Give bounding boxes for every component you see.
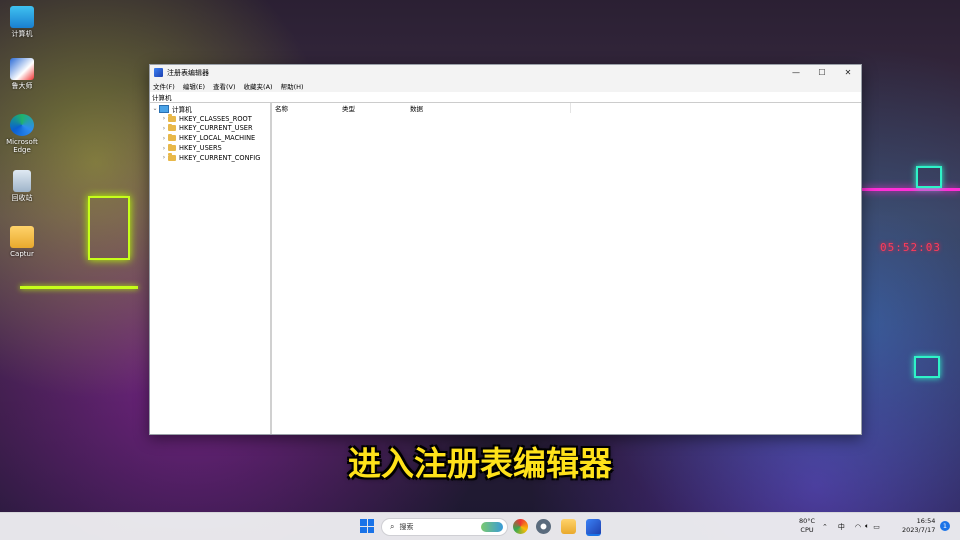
title-bar[interactable]: 注册表编辑器 — ☐ ✕ <box>150 65 861 80</box>
tree-node-hklm[interactable]: › HKEY_LOCAL_MACHINE <box>150 133 270 143</box>
minimize-button[interactable]: — <box>783 65 809 80</box>
tree-node-label: HKEY_CLASSES_ROOT <box>179 114 252 123</box>
menu-view[interactable]: 查看(V) <box>213 81 236 91</box>
neon-teal-icon <box>916 166 942 188</box>
start-button[interactable] <box>360 519 374 533</box>
folder-icon <box>168 133 176 142</box>
taskbar-search[interactable]: ⌕ 搜索 <box>381 518 508 536</box>
registry-tree: ⌄ 计算机 › HKEY_CLASSES_ROOT › HKEY_CURRENT… <box>150 103 272 434</box>
clock-time: 16:54 <box>916 517 936 525</box>
chevron-right-icon[interactable]: › <box>160 115 168 122</box>
ludashi-icon <box>10 58 34 80</box>
neon-magenta-strip <box>862 188 960 191</box>
tree-node-hkcc[interactable]: › HKEY_CURRENT_CONFIG <box>150 153 270 163</box>
desktop-icon-label: 鲁大师 <box>11 82 33 90</box>
folder-icon <box>168 153 176 161</box>
chevron-right-icon[interactable]: › <box>160 125 168 132</box>
column-header-name[interactable]: 名称 <box>272 103 339 113</box>
close-button[interactable]: ✕ <box>835 65 861 80</box>
search-placeholder: 搜索 <box>399 523 414 531</box>
system-tray: ⌃ 中 ◠ 🔈︎ ▭ <box>822 513 880 540</box>
desktop-icon-label: 计算机 <box>11 30 33 38</box>
tree-node-computer[interactable]: ⌄ 计算机 <box>150 104 270 114</box>
window-title: 注册表编辑器 <box>167 68 209 77</box>
desktop-icon-capture-folder[interactable]: Captur <box>4 226 40 258</box>
computer-icon <box>159 104 169 113</box>
taskbar-app-file-explorer[interactable] <box>561 519 576 534</box>
desktop-icon-computer[interactable]: 计算机 <box>4 6 40 38</box>
column-header-type[interactable]: 类型 <box>339 103 407 113</box>
desktop-icon-ludashi[interactable]: 鲁大师 <box>4 58 40 90</box>
tree-node-hkcu[interactable]: › HKEY_CURRENT_USER <box>150 123 270 134</box>
column-header-row: 名称 类型 数据 <box>272 103 861 113</box>
desktop-icon-label: 回收站 <box>11 194 33 202</box>
chevron-right-icon[interactable]: › <box>160 145 168 152</box>
clock-date: 2023/7/17 <box>902 526 936 534</box>
windows-logo-pane <box>367 519 374 526</box>
registry-editor-window[interactable]: 注册表编辑器 — ☐ ✕ 文件(F) 编辑(E) 查看(V) 收藏夹(A) 帮助… <box>149 64 862 435</box>
cpu-temp-label: CPU <box>800 526 814 534</box>
windows-logo-pane <box>360 526 367 533</box>
notification-badge[interactable]: 1 <box>940 521 950 531</box>
desktop-icon-recycle-bin[interactable]: 回收站 <box>4 170 40 202</box>
edge-icon <box>10 114 34 136</box>
folder-icon <box>168 143 176 152</box>
menu-help[interactable]: 帮助(H) <box>281 81 304 91</box>
windows-logo-pane <box>360 519 367 526</box>
menu-file[interactable]: 文件(F) <box>153 81 175 91</box>
address-bar[interactable]: 计算机 <box>150 92 861 103</box>
tree-node-hku[interactable]: › HKEY_USERS <box>150 143 270 153</box>
tree-node-hkcr[interactable]: › HKEY_CLASSES_ROOT <box>150 114 270 124</box>
column-header-data[interactable]: 数据 <box>407 103 571 113</box>
maximize-button[interactable]: ☐ <box>809 65 835 80</box>
search-highlight-icon <box>481 522 503 532</box>
monitor-icon <box>10 6 34 28</box>
folder-icon <box>10 226 34 248</box>
menu-bar: 文件(F) 编辑(E) 查看(V) 收藏夹(A) 帮助(H) <box>150 80 861 92</box>
wifi-icon[interactable]: ◠ <box>855 523 861 531</box>
speaker-icon[interactable]: 🔈︎ <box>865 522 869 531</box>
ime-indicator[interactable]: 中 <box>838 522 845 532</box>
taskbar-app-regedit[interactable] <box>586 519 601 536</box>
chevron-down-icon[interactable]: ⌄ <box>151 105 159 112</box>
neon-teal-icon <box>914 356 940 378</box>
chevron-right-icon[interactable]: › <box>160 154 168 161</box>
values-list[interactable]: 名称 类型 数据 <box>272 103 861 434</box>
menu-favorites[interactable]: 收藏夹(A) <box>244 81 273 91</box>
folder-icon <box>168 123 176 132</box>
tree-node-label: 计算机 <box>172 105 192 114</box>
cpu-temperature[interactable]: 80°C CPU <box>799 517 815 535</box>
menu-edit[interactable]: 编辑(E) <box>183 81 205 91</box>
desktop-icon-edge[interactable]: Microsoft Edge <box>4 114 40 154</box>
taskbar-clock[interactable]: 16:54 2023/7/17 <box>902 517 935 535</box>
chevron-up-icon[interactable]: ⌃ <box>822 523 828 531</box>
battery-icon[interactable]: ▭ <box>873 523 880 531</box>
cpu-temp-value: 80°C <box>799 517 816 525</box>
neon-green-panel <box>88 196 130 260</box>
taskbar-app-settings[interactable] <box>536 519 551 534</box>
desktop-icon-label: Captur <box>10 250 34 258</box>
taskbar: ⌕ 搜索 80°C CPU ⌃ 中 ◠ 🔈︎ ▭ 16:54 2023/7/17… <box>0 512 960 540</box>
neon-green-strip <box>20 286 138 289</box>
desktop-icon-label: Microsoft Edge <box>6 138 38 154</box>
search-icon: ⌕ <box>390 522 395 531</box>
windows-logo-pane <box>367 526 374 533</box>
tree-node-label: HKEY_USERS <box>179 144 222 153</box>
taskbar-app-chrome[interactable] <box>513 519 528 534</box>
regedit-app-icon <box>154 68 163 77</box>
folder-icon <box>168 114 176 122</box>
tree-node-label: HKEY_CURRENT_USER <box>179 124 253 133</box>
recycle-bin-icon <box>13 170 31 192</box>
tree-node-label: HKEY_CURRENT_CONFIG <box>179 153 261 162</box>
video-subtitle: 进入注册表编辑器 <box>348 444 612 483</box>
chevron-right-icon[interactable]: › <box>160 135 168 142</box>
tree-node-label: HKEY_LOCAL_MACHINE <box>179 134 256 143</box>
neon-digital-clock: 05:52:03 <box>880 241 941 254</box>
